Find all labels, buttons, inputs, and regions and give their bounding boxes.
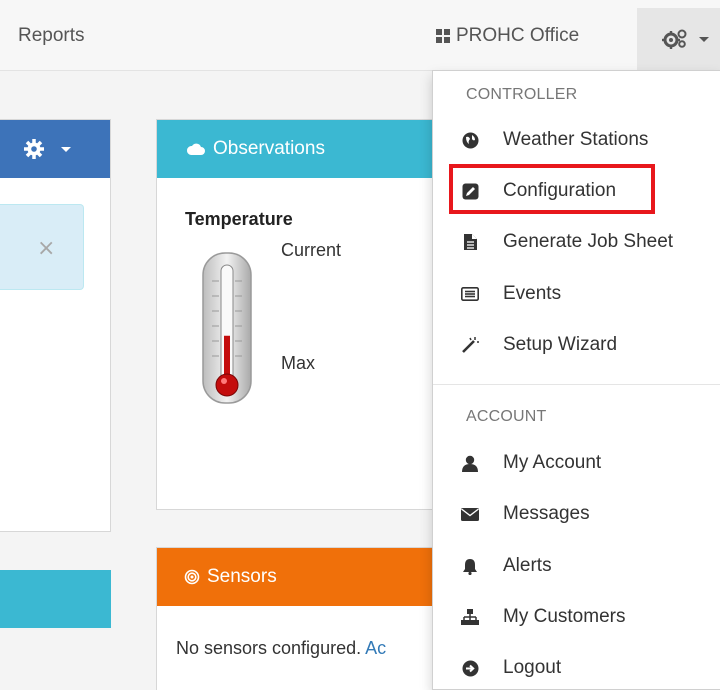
globe-icon	[459, 129, 481, 151]
left-panel-secondary-header	[0, 570, 111, 628]
cloud-icon	[186, 143, 205, 155]
gears-icon	[662, 29, 687, 49]
sensors-empty-message: No sensors configured. Ac	[176, 638, 386, 659]
left-panel: ×	[0, 119, 111, 532]
controller-section-header: CONTROLLER	[466, 86, 578, 103]
menu-item-label: Events	[503, 283, 562, 304]
close-icon[interactable]: ×	[37, 236, 55, 261]
nav-office-link[interactable]: PROHC Office	[436, 24, 579, 48]
menu-item-logout[interactable]: Logout	[433, 650, 720, 686]
left-panel-header	[0, 120, 110, 178]
temperature-heading: Temperature	[185, 209, 293, 229]
menu-item-label: Setup Wizard	[503, 334, 618, 355]
menu-item-label: Messages	[503, 503, 590, 524]
menu-item-label: Weather Stations	[503, 129, 649, 150]
menu-item-events[interactable]: Events	[433, 276, 720, 312]
observations-header: Observations	[157, 120, 445, 178]
menu-item-setup-wizard[interactable]: Setup Wizard	[433, 327, 720, 363]
magic-wand-icon	[459, 334, 481, 356]
menu-item-label: Alerts	[503, 555, 552, 576]
sensors-title: Sensors	[207, 566, 277, 587]
sitemap-icon	[459, 606, 481, 628]
settings-dropdown-menu: CONTROLLER Weather Stations Configuratio…	[432, 70, 720, 690]
bell-icon	[459, 555, 481, 577]
caret-down-icon	[699, 37, 709, 42]
info-alert: ×	[0, 204, 84, 290]
menu-divider	[433, 384, 720, 385]
nav-office-label: PROHC Office	[456, 25, 580, 46]
nav-reports-link[interactable]: Reports	[18, 24, 85, 48]
grid-icon	[436, 29, 450, 43]
settings-dropdown-toggle[interactable]	[637, 8, 720, 71]
sensors-panel: Sensors No sensors configured. Ac	[156, 547, 446, 690]
menu-item-generate-job-sheet[interactable]: Generate Job Sheet	[433, 224, 720, 260]
menu-item-label: My Account	[503, 452, 602, 473]
temperature-current-label: Current	[281, 240, 342, 260]
file-icon	[459, 231, 481, 253]
menu-item-label: My Customers	[503, 606, 626, 627]
menu-item-messages[interactable]: Messages	[433, 496, 720, 532]
menu-item-my-account[interactable]: My Account	[433, 445, 720, 481]
sensor-icon	[184, 569, 200, 585]
add-sensor-link[interactable]: Ac	[365, 638, 386, 658]
menu-item-weather-stations[interactable]: Weather Stations	[433, 122, 720, 158]
thermometer-icon	[202, 252, 252, 404]
menu-item-label: Generate Job Sheet	[503, 231, 674, 252]
caret-down-icon	[61, 147, 71, 152]
menu-item-alerts[interactable]: Alerts	[433, 548, 720, 584]
list-icon	[459, 283, 481, 305]
top-navbar: Reports PROHC Office	[0, 0, 720, 71]
sign-out-icon	[459, 657, 481, 679]
menu-item-label: Logout	[503, 657, 562, 678]
observations-title: Observations	[213, 138, 325, 159]
user-icon	[459, 452, 481, 474]
account-section-header: ACCOUNT	[466, 408, 547, 425]
envelope-icon	[459, 503, 481, 525]
gear-icon[interactable]	[23, 138, 45, 160]
temperature-max-label: Max	[281, 353, 316, 373]
sensors-header: Sensors	[157, 548, 445, 606]
menu-item-my-customers[interactable]: My Customers	[433, 599, 720, 635]
highlight-box	[449, 164, 655, 214]
observations-panel: Observations Temperature Current Max	[156, 119, 446, 510]
sensors-empty-text: No sensors configured.	[176, 638, 362, 658]
